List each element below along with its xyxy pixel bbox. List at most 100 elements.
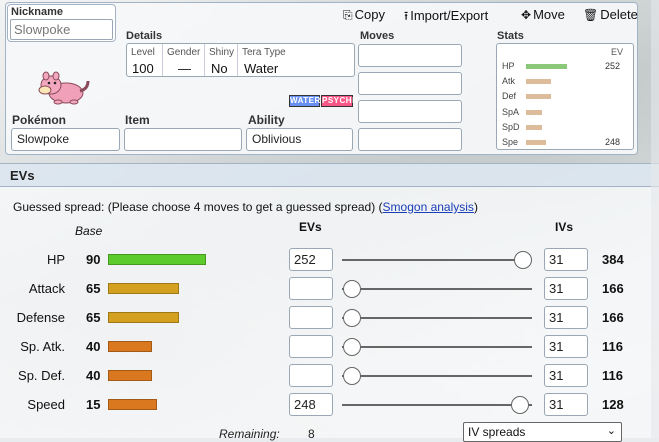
shiny-header: Shiny [209,47,235,58]
stats-box[interactable]: EV HP 252 Atk Def SpA SpD Spe 248 [496,43,634,150]
move-4-input[interactable] [358,128,462,151]
ev-slider-thumb[interactable] [511,396,530,414]
stat-summary-def: Def [502,90,630,103]
details-gender: Gender — [163,44,205,76]
nickname-box: Nickname Slowpoke [7,4,116,42]
stat-name: Speed [27,397,65,412]
details-box[interactable]: Level 100 Gender — Shiny No Tera Type Wa… [126,43,355,77]
details-shiny: Shiny No [205,44,238,76]
tera-header: Tera Type [242,47,286,58]
iv-input[interactable]: 31 [544,248,588,271]
move-button[interactable]: ✥ Move [521,7,565,25]
stat-summary-bar [526,64,567,69]
move-1-input[interactable] [358,44,462,67]
stat-total: 116 [602,368,623,383]
details-level: Level 100 [127,44,163,76]
move-label: Move [533,7,565,22]
delete-button[interactable]: 🗑 Delete [583,7,638,25]
stat-total: 384 [602,252,624,267]
ability-input[interactable]: Oblivious [246,128,353,151]
iv-input[interactable]: 31 [544,335,588,358]
ev-input[interactable]: 248 [289,393,333,416]
slowpoke-sprite-icon [38,71,90,105]
stat-summary-name: Def [502,91,517,102]
stat-total: 116 [602,339,623,354]
ev-slider-thumb[interactable] [343,338,361,356]
stat-summary-atk: Atk [502,75,630,88]
guessed-spread-text: Guessed spread: (Please choose 4 moves t… [13,200,478,214]
iv-spreads-select[interactable]: IV spreads ⌄ [463,422,622,442]
scrollbar[interactable] [651,0,659,438]
remaining-value: 8 [308,427,315,441]
type-badge-psychic: PSYCHIC [321,95,362,107]
base-stat-bar [108,312,180,323]
ev-row-attack: Attack 65 31 166 [0,277,659,301]
pokemon-label: Pokémon [12,113,67,127]
ev-slider-track[interactable] [342,375,532,377]
ev-slider-thumb[interactable] [343,280,361,298]
stat-summary-ev: 252 [604,61,620,71]
stat-summary-name: SpA [502,106,520,117]
iv-input[interactable]: 31 [544,364,588,387]
item-input[interactable] [124,128,242,151]
nickname-input[interactable]: Slowpoke [10,19,113,40]
move-3-input[interactable] [358,100,462,123]
stat-summary-bar [526,94,552,100]
pokemon-sprite[interactable] [36,59,92,107]
pokemon-set-panel: Nickname Slowpoke Details Level 100 Gend… [5,2,638,155]
shiny-value: No [211,61,228,76]
ev-slider-track[interactable] [342,404,532,406]
stats-ev-header: EV [610,47,623,57]
stat-summary-spd: SpD [502,121,630,134]
gender-value: — [178,61,191,76]
ev-row-hp: HP 90 252 31 384 [0,248,659,272]
stat-name: Defense [16,310,65,325]
stat-summary-name: Spe [502,137,519,147]
ev-input[interactable] [289,364,333,387]
iv-input[interactable]: 31 [544,306,588,329]
move-2-input[interactable] [358,72,462,95]
ev-slider-thumb[interactable] [343,309,361,327]
stat-name: Attack [28,281,65,296]
stat-summary-name: Atk [502,76,516,87]
stat-summary-bar [526,109,543,115]
ev-row-defense: Defense 65 31 166 [0,306,659,330]
ev-slider-track[interactable] [342,259,532,261]
smogon-analysis-link[interactable]: Smogon analysis [383,200,474,214]
copy-button[interactable]: ⎘ Copy [343,7,385,25]
tera-value: Water [244,61,279,76]
gender-header: Gender [167,47,201,58]
details-label: Details [126,30,163,42]
stat-summary-bar [526,124,543,130]
guessed-suffix: ) [473,200,478,214]
stat-summary-spe: Spe 248 [502,136,630,149]
stat-summary-spa: SpA [502,106,630,119]
evs-title: EVs [10,168,35,183]
ev-input[interactable] [289,335,333,358]
stat-name: Sp. Atk. [20,339,65,354]
ev-slider-thumb[interactable] [514,251,532,269]
ev-input[interactable] [289,277,333,300]
pokemon-input[interactable]: Slowpoke [11,128,120,151]
base-stat-bar [108,341,152,352]
ev-slider-thumb[interactable] [343,367,361,385]
ev-input[interactable]: 252 [289,248,333,271]
import-export-button[interactable]: ⭱ Import/Export [404,7,488,25]
stat-total: 166 [602,281,624,296]
type-badge-water: WATER [289,95,321,107]
base-stat-bar [108,399,158,410]
iv-input[interactable]: 31 [544,277,588,300]
ev-slider-track[interactable] [342,288,532,290]
stat-name: Sp. Def. [18,368,65,383]
stat-total: 128 [602,397,624,412]
base-stat-value: 40 [86,368,101,383]
upload-icon: ⭱ [404,9,409,23]
ev-slider-track[interactable] [342,317,532,319]
stat-summary-bar [526,79,552,85]
iv-input[interactable]: 31 [544,393,588,416]
item-label: Item [125,113,150,127]
ev-input[interactable] [289,306,333,329]
ev-slider-track[interactable] [342,346,532,348]
stat-summary-ev: 248 [604,137,620,147]
move-arrows-icon: ✥ [521,8,532,22]
